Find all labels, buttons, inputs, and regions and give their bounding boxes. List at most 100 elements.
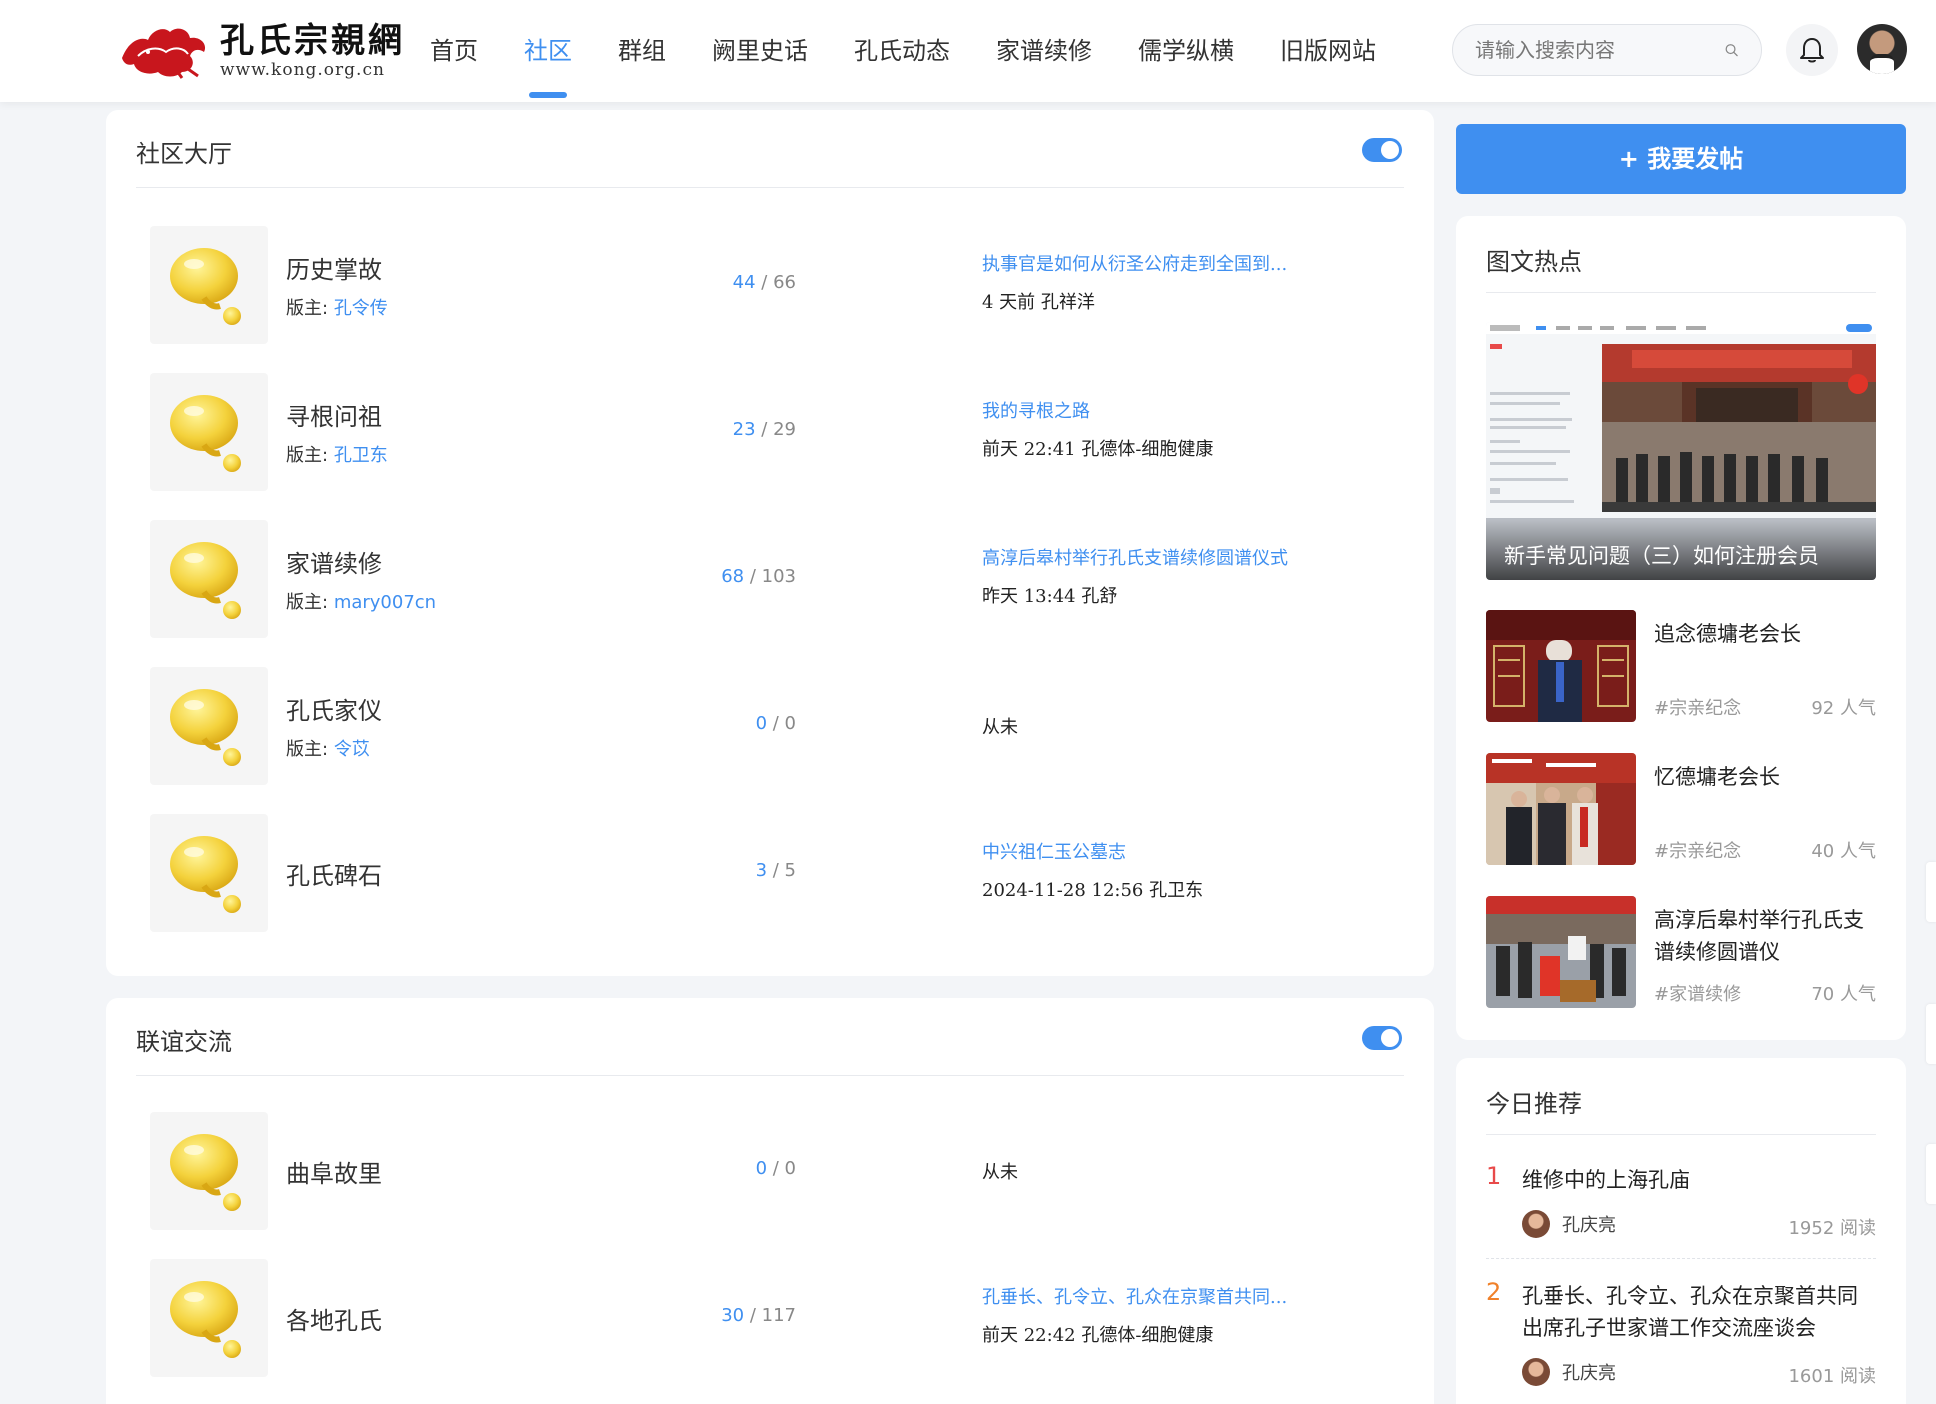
nav-kong-news[interactable]: 孔氏动态 <box>854 0 950 102</box>
hot-item-thumbnail[interactable] <box>1486 896 1636 1008</box>
forum-counts: 23 / 29 <box>732 419 796 440</box>
section-title: 联谊交流 <box>136 1028 232 1056</box>
forum-bubble-icon <box>150 814 268 932</box>
floating-tab[interactable] <box>1926 1144 1936 1204</box>
last-post-meta: 前天 22:41 孔德体-细胞健康 <box>982 439 1214 460</box>
nav-old-site[interactable]: 旧版网站 <box>1280 0 1376 102</box>
hot-item-views: 92 人气 <box>1811 698 1876 719</box>
section-collapse-toggle[interactable] <box>1362 138 1402 162</box>
forum-bubble-icon <box>150 520 268 638</box>
forum-last-post: 执事官是如何从衍圣公府走到全国到... 4 天前 孔祥洋 <box>982 250 1382 314</box>
forum-last-post: 孔垂长、孔令立、孔众在京聚首共同... 前天 22:42 孔德体-细胞健康 <box>982 1283 1382 1347</box>
moderator-link[interactable]: 孔令传 <box>334 298 388 319</box>
forum-row[interactable]: 孔氏家仪 版主: 令苡 0 / 0 从未 <box>150 667 1390 785</box>
hot-hero-image[interactable]: 新手常见问题（三）如何注册会员 <box>1486 322 1876 580</box>
forum-name[interactable]: 家谱续修 <box>286 544 382 579</box>
nav-confucianism[interactable]: 儒学纵横 <box>1138 0 1234 102</box>
main-nav: 首页 社区 群组 阙里史话 孔氏动态 家谱续修 儒学纵横 旧版网站 <box>430 0 1422 102</box>
forum-bubble-icon <box>150 373 268 491</box>
hot-item-title[interactable]: 高淳后皋村举行孔氏支谱续修圆谱仪 <box>1654 904 1876 968</box>
floating-tab[interactable] <box>1926 862 1936 922</box>
forum-row[interactable]: 孔氏碑石 3 / 5 中兴祖仁玉公墓志 2024-11-28 12:56 孔卫东 <box>150 814 1390 932</box>
hot-item-tag[interactable]: #宗亲纪念 <box>1654 694 1741 720</box>
hot-item-tag[interactable]: #家谱续修 <box>1654 980 1741 1006</box>
last-post-link[interactable]: 中兴祖仁玉公墓志 <box>982 838 1382 866</box>
last-post-meta: 4 天前 孔祥洋 <box>982 292 1095 313</box>
section-community-hall: 社区大厅 历史掌故 版主: 孔令传 44 / 66 执事官是如何从衍圣公府走到全… <box>106 110 1434 976</box>
recommend-rank: 1 <box>1486 1162 1502 1190</box>
section-header: 联谊交流 <box>136 998 1404 1076</box>
nav-queli-history[interactable]: 阙里史话 <box>712 0 808 102</box>
hot-item[interactable]: 追念德墉老会长 #宗亲纪念 92 人气 <box>1486 610 1876 722</box>
last-post-link[interactable]: 我的寻根之路 <box>982 397 1382 425</box>
forum-last-post: 高淳后皋村举行孔氏支谱续修圆谱仪式 昨天 13:44 孔舒 <box>982 544 1382 608</box>
hero-caption[interactable]: 新手常见问题（三）如何注册会员 <box>1486 520 1876 580</box>
hot-item-tag[interactable]: #宗亲纪念 <box>1654 837 1741 863</box>
hot-item[interactable]: 忆德墉老会长 #宗亲纪念 40 人气 <box>1486 753 1876 865</box>
hot-item-thumbnail[interactable] <box>1486 610 1636 722</box>
forum-last-post: 从未 <box>982 713 1382 739</box>
recommend-author[interactable]: 孔庆亮 <box>1522 1358 1616 1386</box>
forum-bubble-icon <box>150 667 268 785</box>
moderator-link[interactable]: mary007cn <box>334 592 436 613</box>
forum-name[interactable]: 曲阜故里 <box>286 1154 382 1189</box>
moderator-link[interactable]: 孔卫东 <box>334 445 388 466</box>
forum-name[interactable]: 历史掌故 <box>286 250 382 285</box>
section-collapse-toggle[interactable] <box>1362 1026 1402 1050</box>
forum-row[interactable]: 寻根问祖 版主: 孔卫东 23 / 29 我的寻根之路 前天 22:41 孔德体… <box>150 373 1390 491</box>
forum-bubble-icon <box>150 1259 268 1377</box>
forum-name[interactable]: 各地孔氏 <box>286 1301 382 1336</box>
recommend-rank: 2 <box>1486 1278 1502 1306</box>
floating-tab[interactable] <box>1926 1004 1936 1064</box>
forum-moderator: 版主: 孔令传 <box>286 298 388 319</box>
hot-item-views: 40 人气 <box>1811 841 1876 862</box>
author-avatar <box>1522 1210 1550 1238</box>
hot-item-title[interactable]: 忆德墉老会长 <box>1654 761 1876 793</box>
recommend-views: 1601 阅读 <box>1788 1366 1876 1387</box>
notification-bell-icon[interactable] <box>1786 24 1838 76</box>
hot-item-views: 70 人气 <box>1811 984 1876 1005</box>
nav-groups[interactable]: 群组 <box>618 0 666 102</box>
section-header: 社区大厅 <box>136 110 1404 188</box>
nav-community[interactable]: 社区 <box>524 0 572 102</box>
last-post-never: 从未 <box>982 717 1018 738</box>
forum-last-post: 从未 <box>982 1158 1382 1184</box>
forum-name[interactable]: 孔氏碑石 <box>286 856 382 891</box>
site-logo[interactable]: 孔氏宗親網 www.kong.org.cn <box>118 18 408 84</box>
forum-row[interactable]: 家谱续修 版主: mary007cn 68 / 103 高淳后皋村举行孔氏支谱续… <box>150 520 1390 638</box>
forum-row[interactable]: 各地孔氏 30 / 117 孔垂长、孔令立、孔众在京聚首共同... 前天 22:… <box>150 1259 1390 1377</box>
last-post-meta: 2024-11-28 12:56 孔卫东 <box>982 880 1204 901</box>
nav-home[interactable]: 首页 <box>430 0 478 102</box>
logo-title: 孔氏宗親網 <box>220 21 405 61</box>
hot-item[interactable]: 高淳后皋村举行孔氏支谱续修圆谱仪 #家谱续修 70 人气 <box>1486 896 1876 1008</box>
forum-bubble-icon <box>150 1112 268 1230</box>
author-avatar <box>1522 1358 1550 1386</box>
forum-last-post: 中兴祖仁玉公墓志 2024-11-28 12:56 孔卫东 <box>982 838 1382 902</box>
logo-url: www.kong.org.cn <box>220 60 385 80</box>
new-post-button[interactable]: + 我要发帖 <box>1456 124 1906 194</box>
recommend-author[interactable]: 孔庆亮 <box>1522 1210 1616 1238</box>
forum-name[interactable]: 寻根问祖 <box>286 397 382 432</box>
divider <box>1486 1258 1876 1259</box>
hot-item-title[interactable]: 追念德墉老会长 <box>1654 618 1876 650</box>
last-post-link[interactable]: 执事官是如何从衍圣公府走到全国到... <box>982 250 1382 278</box>
recommend-item-title[interactable]: 维修中的上海孔庙 <box>1522 1164 1876 1196</box>
nav-genealogy[interactable]: 家谱续修 <box>996 0 1092 102</box>
forum-counts: 3 / 5 <box>755 860 796 881</box>
forum-name[interactable]: 孔氏家仪 <box>286 691 382 726</box>
search-input[interactable] <box>1475 38 1724 62</box>
recommend-views: 1952 阅读 <box>1788 1218 1876 1239</box>
hot-item-thumbnail[interactable] <box>1486 753 1636 865</box>
last-post-link[interactable]: 孔垂长、孔令立、孔众在京聚首共同... <box>982 1283 1382 1311</box>
hot-topics-card: 图文热点 新手常见问题（三）如何注册会员 追念德墉老会长 #宗亲纪念 92 人气… <box>1456 216 1906 1040</box>
search-icon[interactable] <box>1724 38 1739 62</box>
last-post-link[interactable]: 高淳后皋村举行孔氏支谱续修圆谱仪式 <box>982 544 1382 572</box>
recommend-item-title[interactable]: 孔垂长、孔令立、孔众在京聚首共同出席孔子世家谱工作交流座谈会 <box>1522 1280 1876 1344</box>
user-avatar[interactable] <box>1857 24 1907 74</box>
dragon-logo-icon <box>122 28 206 79</box>
forum-row[interactable]: 曲阜故里 0 / 0 从未 <box>150 1112 1390 1230</box>
forum-moderator: 版主: 孔卫东 <box>286 445 388 466</box>
forum-row[interactable]: 历史掌故 版主: 孔令传 44 / 66 执事官是如何从衍圣公府走到全国到...… <box>150 226 1390 344</box>
moderator-link[interactable]: 令苡 <box>334 739 370 760</box>
divider <box>1486 292 1876 293</box>
